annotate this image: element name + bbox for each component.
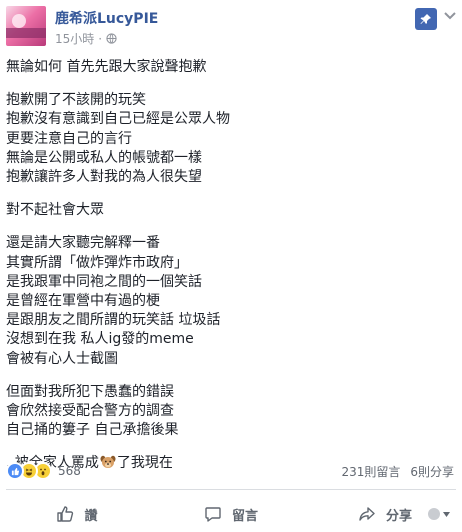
- text-line: 沒想到在我 私人ig發的meme: [6, 331, 194, 348]
- text-line: 抱歉沒有意識到自己已經是公眾人物: [6, 111, 230, 128]
- thumbs-up-icon: [57, 506, 74, 522]
- post-timestamp[interactable]: 15小時: [55, 30, 94, 47]
- text-line: 更要注意自己的言行: [6, 130, 132, 147]
- pin-icon[interactable]: [415, 8, 437, 30]
- paragraph-5: 但面對我所犯下愚蠢的錯誤 會欣然接受配合警方的調查 自己捅的簍子 自己承擔後果: [6, 383, 446, 441]
- like-label: 讚: [84, 508, 98, 524]
- post-meta: 15小時 ·: [55, 30, 117, 47]
- comment-label: 留言: [231, 508, 258, 524]
- action-bar: 讚 留言 分享: [0, 498, 462, 530]
- dog-face-emoji: [100, 456, 116, 469]
- share-count-link[interactable]: 6則分享: [410, 463, 454, 480]
- text-line: 是我跟軍中同袍之間的一個笑話: [6, 273, 202, 290]
- facebook-post: 鹿希派LucyPIE 15小時 · 無論如何 首先先跟大家說聲抱歉 抱歉開了不該…: [0, 0, 462, 532]
- text-line: 抱歉讓許多人對我的為人很失望: [6, 169, 202, 186]
- avatar: [428, 508, 440, 520]
- text-line: 會被有心人士截圖: [6, 350, 118, 367]
- paragraph-2: 抱歉開了不該開的玩笑 抱歉沒有意識到自己已經是公眾人物 更要注意自己的言行 無論…: [6, 91, 446, 187]
- text-line: 無論如何 首先先跟大家說聲抱歉: [6, 59, 207, 75]
- paragraph-1: 無論如何 首先先跟大家說聲抱歉: [6, 58, 446, 77]
- reaction-count: 568: [58, 464, 81, 478]
- avatar-band: [6, 28, 46, 38]
- engagement-counts: 231則留言 6則分享: [341, 463, 454, 480]
- caret-down-icon: [443, 511, 450, 517]
- comment-icon: [205, 507, 221, 522]
- globe-icon[interactable]: [106, 33, 117, 44]
- page-avatar[interactable]: [6, 6, 46, 46]
- text-line: 但面對我所犯下愚蠢的錯誤: [6, 383, 174, 400]
- meta-separator: ·: [98, 31, 103, 46]
- divider: [6, 489, 456, 490]
- page-name[interactable]: 鹿希派LucyPIE: [55, 8, 158, 28]
- share-label: 分享: [385, 508, 412, 524]
- share-icon: [359, 507, 375, 521]
- text-line: 無論是公開或私人的帳號都一樣: [6, 149, 202, 166]
- text-fragment: 了我現在: [116, 455, 173, 472]
- paragraph-4: 還是請大家聽完解釋一番 其實所謂「做炸彈炸市政府」 是我跟軍中同袍之間的一個笑話…: [6, 234, 446, 368]
- chevron-down-icon[interactable]: [443, 8, 457, 22]
- text-line: 會欣然接受配合警方的調查: [6, 403, 174, 420]
- reaction-summary[interactable]: 568: [6, 462, 81, 480]
- pin-glyph: [420, 14, 431, 24]
- wow-glyph: [40, 468, 46, 476]
- comment-button[interactable]: 留言: [154, 498, 308, 530]
- text-line: 還是請大家聽完解釋一番: [6, 235, 160, 252]
- text-line: 是曾經在軍營中有過的梗: [6, 293, 160, 310]
- comment-count-link[interactable]: 231則留言: [341, 463, 400, 480]
- like-icon: [6, 462, 24, 480]
- audience-selector[interactable]: [428, 508, 450, 520]
- text-line: 其實所謂「做炸彈炸市政府」: [6, 254, 188, 271]
- paragraph-3: 對不起社會大眾: [6, 201, 446, 220]
- like-glyph: [11, 467, 19, 475]
- haha-glyph: [25, 468, 33, 476]
- like-button[interactable]: 讚: [0, 498, 154, 530]
- text-line: 抱歉開了不該開的玩笑: [6, 92, 146, 109]
- text-line: 對不起社會大眾: [6, 202, 104, 219]
- post-text: 無論如何 首先先跟大家說聲抱歉 抱歉開了不該開的玩笑 抱歉沒有意識到自己已經是公…: [6, 58, 446, 488]
- text-line: 自己捅的簍子 自己承擔後果: [6, 422, 179, 439]
- text-line: 是跟朋友之間所謂的玩笑話 垃圾話: [6, 312, 221, 329]
- avatar-highlight: [12, 14, 26, 28]
